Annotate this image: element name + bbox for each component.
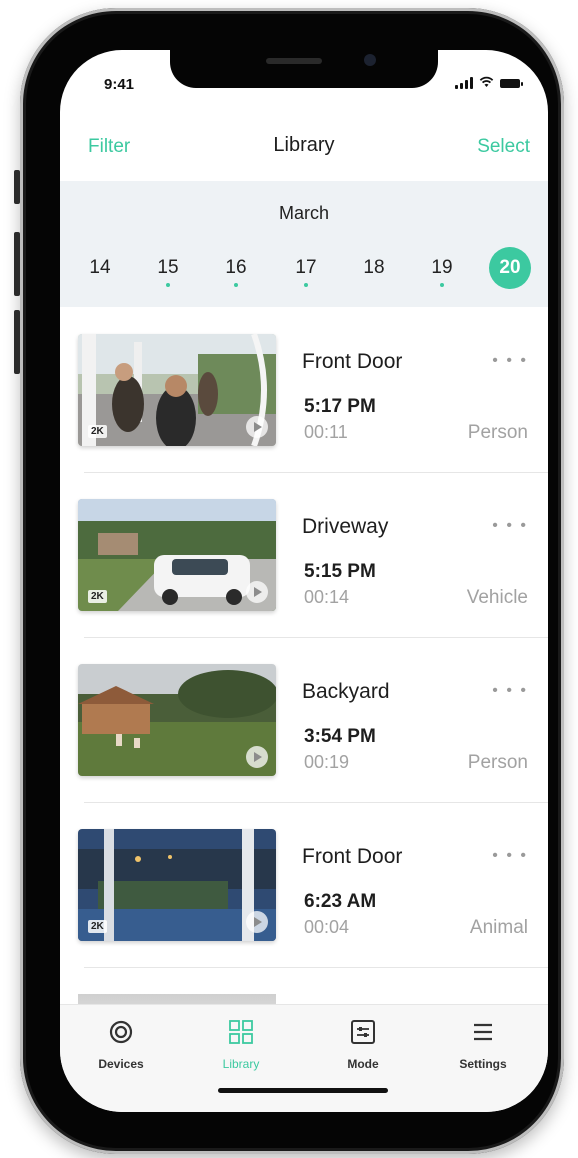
resolution-badge: 2K — [88, 590, 107, 603]
event-type: Animal — [469, 917, 528, 938]
play-icon[interactable] — [246, 416, 268, 438]
more-options-icon[interactable]: • • • — [492, 517, 528, 535]
phone-side-button — [14, 170, 20, 204]
tab-label: Mode — [347, 1057, 379, 1071]
resolution-badge: 2K — [88, 920, 107, 933]
page-title: Library — [273, 134, 335, 156]
date-picker: March 14 15 16 17 18 19 20 — [60, 181, 548, 307]
event-thumbnail[interactable]: 2K — [78, 829, 276, 941]
tab-label: Settings — [459, 1057, 507, 1071]
menu-icon — [470, 1019, 496, 1045]
devices-icon — [108, 1019, 134, 1045]
date-19[interactable]: 19 — [420, 251, 464, 291]
date-15[interactable]: 15 — [146, 251, 190, 291]
event-thumbnail[interactable]: 2K — [78, 499, 276, 611]
event-dot — [166, 283, 170, 287]
front-camera — [364, 54, 376, 66]
event-time: 3:54 PM — [304, 726, 376, 747]
play-icon[interactable] — [246, 746, 268, 768]
more-options-icon[interactable]: • • • — [492, 352, 528, 370]
more-options-icon[interactable]: • • • — [492, 682, 528, 700]
event-type: Person — [467, 752, 528, 773]
app-screen: 9:41 Filter Library Select March 14 15 1… — [60, 50, 548, 1112]
event-dot — [234, 283, 238, 287]
event-thumbnail[interactable] — [78, 664, 276, 776]
battery-icon — [500, 78, 523, 88]
event-time: 6:23 AM — [304, 891, 377, 912]
event-dot — [304, 283, 308, 287]
home-indicator[interactable] — [218, 1088, 388, 1093]
nav-bar: Filter Library Select — [60, 110, 548, 180]
tab-label: Library — [222, 1057, 260, 1071]
date-strip: 14 15 16 17 18 19 20 — [78, 247, 538, 291]
tab-label: Devices — [98, 1057, 144, 1071]
event-duration: 00:11 — [304, 422, 348, 442]
date-17[interactable]: 17 — [284, 251, 328, 291]
phone-volume-up — [14, 232, 20, 296]
event-duration: 00:19 — [304, 752, 350, 772]
camera-name: Front Door — [302, 350, 403, 373]
status-icons — [455, 76, 523, 90]
phone-volume-down — [14, 310, 20, 374]
tab-mode[interactable]: Mode — [318, 1019, 408, 1071]
camera-name: Front Door — [302, 845, 403, 868]
speaker-grille — [266, 58, 322, 64]
month-label: March — [278, 203, 329, 223]
tab-library[interactable]: Library — [196, 1019, 286, 1071]
event-duration: 00:04 — [304, 917, 350, 937]
camera-name: Driveway — [302, 515, 389, 538]
date-20-selected[interactable]: 20 — [488, 247, 532, 291]
event-type: Person — [467, 422, 528, 443]
camera-name: Backyard — [302, 680, 390, 703]
event-list: 2K Front Door • • • 5:17 PM 00:11 Person — [60, 308, 548, 1024]
status-time: 9:41 — [104, 76, 135, 93]
resolution-badge: 2K — [88, 425, 107, 438]
event-time: 5:17 PM — [304, 396, 376, 417]
play-icon[interactable] — [246, 911, 268, 933]
date-18[interactable]: 18 — [352, 251, 396, 291]
tab-bar: Devices Library Mode Settings — [60, 1004, 548, 1112]
wifi-icon — [479, 76, 494, 90]
notch — [170, 50, 438, 88]
event-type: Vehicle — [466, 587, 528, 608]
play-icon[interactable] — [246, 581, 268, 603]
tab-settings[interactable]: Settings — [438, 1019, 528, 1071]
more-options-icon[interactable]: • • • — [492, 847, 528, 865]
date-14[interactable]: 14 — [78, 251, 122, 291]
event-row[interactable]: 2K Driveway • • • 5:15 PM 00:14 Vehicle — [60, 473, 548, 638]
signal-icon — [455, 77, 473, 89]
event-dot — [440, 283, 444, 287]
event-row[interactable]: Backyard • • • 3:54 PM 00:19 Person — [60, 638, 548, 803]
event-row-partial[interactable] — [60, 968, 548, 1024]
event-thumbnail[interactable]: 2K — [78, 334, 276, 446]
library-icon — [228, 1019, 254, 1045]
mode-icon — [350, 1019, 376, 1045]
event-row[interactable]: 2K Front Door • • • 6:23 AM 00:04 Animal — [60, 803, 548, 968]
tab-devices[interactable]: Devices — [76, 1019, 166, 1071]
event-duration: 00:14 — [304, 587, 350, 607]
select-button[interactable]: Select — [477, 136, 530, 158]
date-16[interactable]: 16 — [214, 251, 258, 291]
event-time: 5:15 PM — [304, 561, 376, 582]
event-row[interactable]: 2K Front Door • • • 5:17 PM 00:11 Person — [60, 308, 548, 473]
